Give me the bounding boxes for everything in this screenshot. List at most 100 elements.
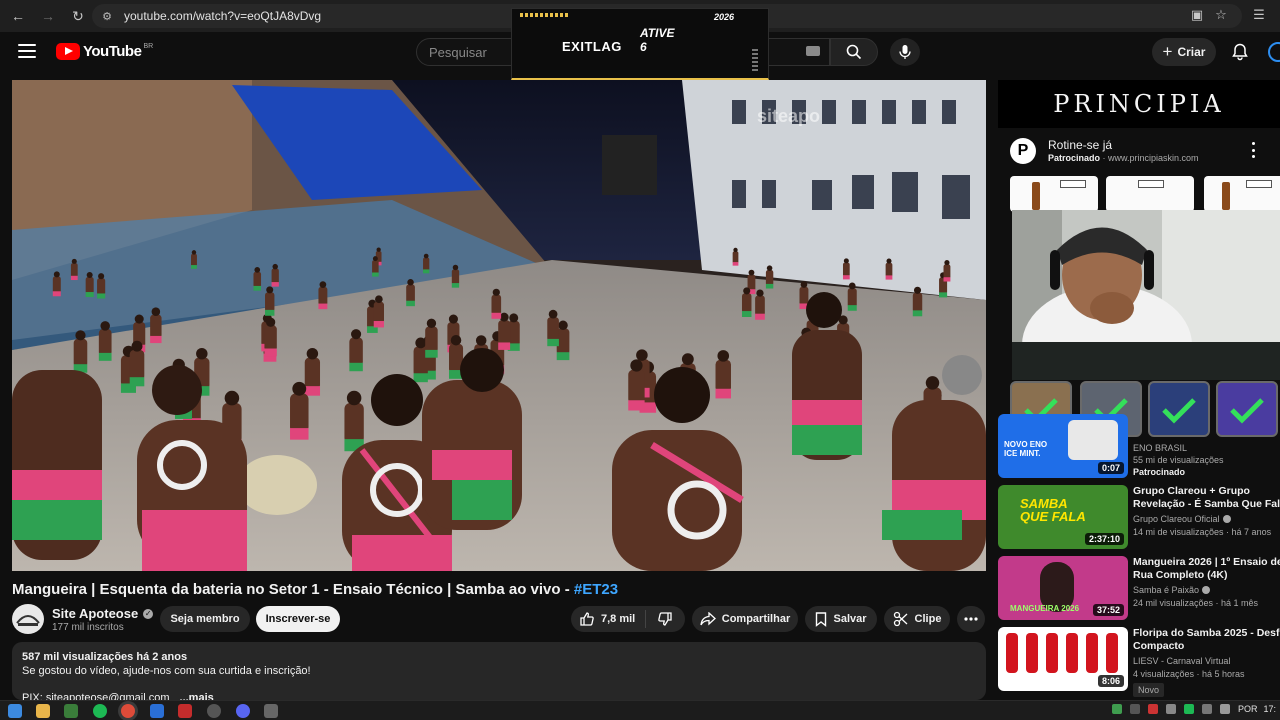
ad-title[interactable]: Rotine-se já: [1048, 138, 1112, 152]
account-avatar[interactable]: [1268, 42, 1280, 62]
recommendation-thumbnail[interactable]: SAMBA QUE FALA 2:37:10: [998, 485, 1128, 549]
save-button[interactable]: Salvar: [805, 606, 877, 632]
rec-views: 4 visualizações · há 5 horas: [1133, 669, 1245, 679]
ad-logo: P: [1010, 138, 1036, 164]
like-dislike-group: 7,8 mil: [571, 606, 685, 632]
clip-button[interactable]: Clipe: [884, 606, 950, 632]
subscribe-label: Inscrever-se: [265, 613, 331, 625]
forward-icon[interactable]: →: [36, 4, 60, 28]
overlay-promo-line1: ATIVE: [640, 26, 675, 40]
logo-text: YouTube: [83, 43, 142, 60]
rec-title: Mangueira 2026 | 1º Ensaio de Rua Comple…: [1133, 556, 1280, 582]
settings-gear-icon[interactable]: [264, 704, 278, 718]
file-explorer-icon[interactable]: [36, 704, 50, 718]
back-icon[interactable]: ←: [6, 4, 30, 28]
webcam-overlay: [1012, 210, 1280, 350]
video-frame: siteapo: [12, 80, 986, 571]
tray-icon[interactable]: [1183, 704, 1194, 714]
tray-icon[interactable]: [1147, 704, 1158, 714]
ad-menu-icon[interactable]: [1250, 142, 1256, 158]
install-app-icon[interactable]: ▣: [1188, 7, 1206, 25]
tray-icon[interactable]: [1111, 704, 1122, 714]
spotify-icon[interactable]: [93, 704, 107, 718]
like-button[interactable]: 7,8 mil: [571, 610, 646, 628]
recommendation-thumbnail[interactable]: NOVO ENO ICE MINT. 0:07: [998, 414, 1128, 478]
app-icon[interactable]: [64, 704, 78, 718]
channel-name[interactable]: Site Apoteose ✓: [52, 606, 154, 621]
ad-product-image[interactable]: [1106, 176, 1194, 212]
description-pix: PIX: siteapoteose@gmail.com: [22, 692, 170, 700]
channel-avatar[interactable]: [12, 604, 44, 634]
share-button[interactable]: Compartilhar: [692, 606, 798, 632]
create-button[interactable]: + Criar: [1152, 38, 1216, 66]
webcam-bar: [1012, 342, 1280, 380]
discord-icon[interactable]: [236, 704, 250, 718]
overlay-year: 2026: [714, 12, 735, 22]
video-hashtag[interactable]: #ET23: [574, 581, 618, 598]
plus-icon: +: [1162, 42, 1173, 61]
subscribe-button[interactable]: Inscrever-se: [256, 606, 340, 632]
menu-icon[interactable]: [18, 44, 36, 58]
ad-product-image[interactable]: [1204, 176, 1280, 212]
join-button[interactable]: Seja membro: [160, 606, 250, 632]
verified-check-icon: [1222, 515, 1231, 523]
description-box[interactable]: 587 mil visualizações há 2 anos Se gosto…: [12, 642, 986, 700]
app-icon[interactable]: [150, 704, 164, 718]
recommendation-item[interactable]: NOVO ENO ICE MINT. 0:07 ENO BRASIL 55 mi…: [998, 414, 1280, 480]
app-icon[interactable]: [207, 704, 221, 718]
video-player[interactable]: siteapo: [12, 80, 986, 571]
tray-icon[interactable]: [1165, 704, 1176, 714]
recommendation-item[interactable]: 8:06 Floripa do Samba 2025 - Desfile Com…: [998, 627, 1280, 697]
ad-banner[interactable]: PRINCIPIA: [998, 80, 1280, 128]
recommendation-thumbnail[interactable]: 8:06: [998, 627, 1128, 691]
product-image: [1068, 420, 1118, 460]
youtube-logo[interactable]: YouTube BR: [56, 43, 153, 60]
reload-icon[interactable]: ↻: [66, 4, 90, 28]
tray-icon[interactable]: [1201, 704, 1212, 714]
app-icon[interactable]: [178, 704, 192, 718]
volume-icon[interactable]: [1219, 704, 1230, 714]
ad-domain: www.principiaskin.com: [1108, 153, 1199, 163]
clock[interactable]: 17:: [1263, 704, 1276, 714]
rec-title: Grupo Clareou + Grupo Revelação - É Samb…: [1133, 485, 1280, 511]
ad-product-image[interactable]: [1010, 176, 1098, 212]
search-icon: [846, 44, 862, 60]
keyboard-icon[interactable]: [806, 46, 820, 56]
rec-title-line1: Mangueira 2026 | 1º Ensaio de: [1133, 556, 1280, 568]
channel-logo-icon: [16, 615, 40, 626]
show-more-link[interactable]: ...mais: [180, 692, 214, 700]
voice-search-button[interactable]: [890, 38, 920, 66]
rec-title-line1: Floripa do Samba 2025 - Desfile: [1133, 627, 1280, 639]
bookmark-star-icon[interactable]: ☆: [1212, 7, 1230, 25]
verified-check-icon: [1202, 586, 1211, 594]
recommendation-item[interactable]: MANGUEIRA 2026 37:52 Mangueira 2026 | 1º…: [998, 556, 1280, 622]
rec-views: 55 mi de visualizações: [1133, 455, 1224, 465]
create-label: Criar: [1177, 45, 1206, 59]
keyboard-language[interactable]: POR: [1238, 704, 1258, 714]
hazard-stripe: [520, 13, 570, 17]
notifications-bell-icon[interactable]: [1230, 42, 1250, 62]
dislike-button[interactable]: [646, 611, 684, 627]
sponsored-ad[interactable]: PRINCIPIA P Rotine-se já Patrocinado · w…: [998, 80, 1280, 212]
rec-views: 14 mi de visualizações · há 7 anos: [1133, 527, 1272, 537]
recommendation-item[interactable]: SAMBA QUE FALA 2:37:10 Grupo Clareou + G…: [998, 485, 1280, 551]
recommendation-thumbnail[interactable]: MANGUEIRA 2026 37:52: [998, 556, 1128, 620]
start-icon[interactable]: [8, 704, 22, 718]
new-badge: Novo: [1133, 683, 1165, 697]
chrome-icon[interactable]: [121, 704, 135, 718]
rec-title-line2: Revelação - É Samba Que Fala: [1133, 498, 1280, 510]
more-actions-button[interactable]: [957, 606, 985, 632]
rec-channel-name: Samba é Paixão: [1133, 585, 1200, 595]
rec-channel: Samba é Paixão: [1133, 585, 1211, 595]
rec-sponsored: Patrocinado: [1133, 467, 1186, 477]
rec-channel: Grupo Clareou Oficial: [1133, 514, 1231, 524]
search-button[interactable]: [830, 38, 878, 66]
reading-list-icon[interactable]: ☰: [1250, 7, 1268, 25]
site-info-icon[interactable]: ⚙: [98, 7, 116, 25]
thumbs-down-icon: [658, 612, 672, 626]
share-arrow-icon: [700, 612, 716, 626]
rec-title-line2: Compacto: [1133, 640, 1185, 652]
duration-badge: 0:07: [1097, 462, 1124, 474]
ad-sponsored-label: Patrocinado: [1048, 153, 1101, 163]
tray-icon[interactable]: [1129, 704, 1140, 714]
